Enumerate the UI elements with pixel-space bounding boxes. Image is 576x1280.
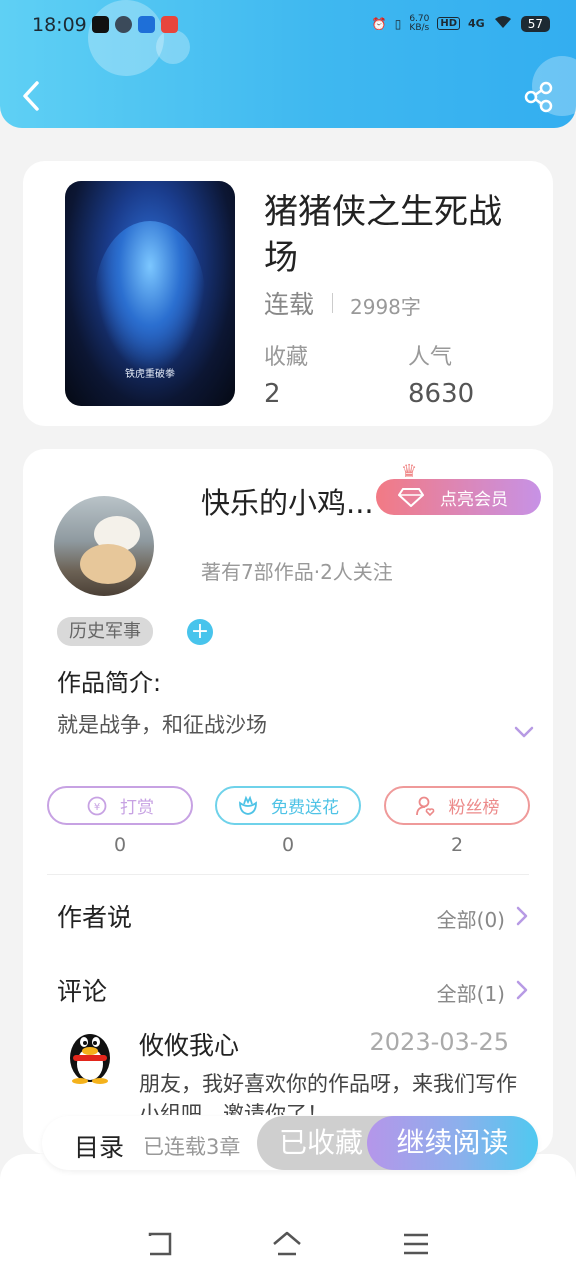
diamond-icon	[398, 488, 424, 507]
tip-label: 打赏	[120, 798, 154, 818]
intro-text: 就是战争，和征战沙场	[57, 713, 267, 737]
book-cover[interactable]: 铁虎重破拳	[65, 181, 235, 406]
chevron-left-icon	[23, 81, 39, 111]
author-meta: 著有7部作品·2人关注	[201, 560, 393, 584]
hd-badge: HD	[437, 17, 461, 30]
status-time: 18:09	[32, 14, 87, 36]
author-says-title: 作者说	[57, 903, 133, 932]
book-status: 连载	[264, 290, 315, 319]
continue-reading-button[interactable]: 继续阅读	[367, 1116, 538, 1170]
signal-icon: 4G	[468, 17, 485, 30]
bottom-action-bar: 目录 已连载3章 已收藏 继续阅读	[42, 1116, 538, 1170]
add-tag-button[interactable]: +	[187, 619, 213, 645]
status-bar: 18:09 ⏰ ▯ 6.70 KB/s HD 4G 57	[0, 0, 576, 52]
divider	[332, 293, 333, 313]
app-icon	[115, 16, 132, 33]
comment-text: 朋友，我好喜欢你的作品呀，来我们写作小组吧，邀请你了！	[139, 1072, 517, 1115]
user-heart-icon	[415, 796, 434, 816]
alarm-icon: ⏰	[371, 16, 387, 31]
comments-all-link[interactable]: 全部(1)	[437, 978, 505, 1007]
share-icon	[524, 81, 553, 113]
comment-date: 2023-03-25	[369, 1028, 509, 1056]
comments-title: 评论	[57, 977, 108, 1006]
author-avatar[interactable]	[54, 496, 154, 596]
avatar-chick	[80, 544, 136, 584]
fans-label: 粉丝榜	[448, 798, 500, 818]
toc-button[interactable]: 目录	[74, 1128, 124, 1164]
vibrate-icon: ▯	[394, 16, 402, 31]
system-nav-bar	[0, 1154, 576, 1280]
chevron-right-icon[interactable]	[515, 979, 529, 1001]
popularity-label: 人气	[408, 345, 453, 370]
coin-icon: ¥	[87, 796, 107, 815]
divider	[47, 874, 529, 875]
cover-figure	[95, 221, 205, 371]
net-speed-unit: KB/s	[409, 22, 430, 33]
system-icons: ⏰ ▯ 6.70 KB/s HD 4G 57	[372, 14, 550, 33]
chapter-count: 已连载3章	[143, 1135, 241, 1159]
notification-icons	[92, 16, 178, 33]
chevron-right-icon[interactable]	[515, 905, 529, 927]
vip-button[interactable]: 点亮会员	[376, 479, 541, 515]
tip-count: 0	[113, 834, 127, 856]
flower-label: 免费送花	[271, 798, 339, 818]
chevron-down-icon[interactable]	[513, 725, 535, 739]
home-nav-icon[interactable]	[272, 1230, 302, 1258]
favorites-value: 2	[264, 379, 281, 409]
book-info-card: 铁虎重破拳 猪猪侠之生死战场 连载 2998字 收藏 2 人气 8630	[23, 161, 553, 426]
fans-count: 2	[450, 834, 464, 856]
app-icon	[138, 16, 155, 33]
comment-user[interactable]: 攸攸我心	[139, 1026, 239, 1062]
menu-nav-icon[interactable]	[401, 1230, 431, 1258]
author-says-all-link[interactable]: 全部(0)	[437, 904, 505, 933]
battery-indicator: 57	[520, 15, 550, 32]
svg-text:¥: ¥	[94, 802, 100, 813]
flower-button[interactable]: 免费送花	[215, 786, 361, 825]
wifi-icon	[493, 14, 513, 33]
genre-tag[interactable]: 历史军事	[57, 617, 153, 646]
app-icon	[161, 16, 178, 33]
tip-button[interactable]: ¥ 打赏	[47, 786, 193, 825]
tiktok-icon	[92, 16, 109, 33]
author-name[interactable]: 快乐的小鸡...	[201, 480, 374, 522]
net-speed: 6.70 KB/s	[409, 14, 430, 33]
book-title: 猪猪侠之生死战场	[264, 192, 502, 278]
intro-title: 作品简介:	[57, 669, 162, 697]
flower-icon	[239, 795, 257, 815]
flower-count: 0	[281, 834, 295, 856]
vip-button-label: 点亮会员	[440, 489, 508, 510]
cover-caption: 铁虎重破拳	[125, 369, 175, 380]
back-nav-icon[interactable]	[145, 1230, 175, 1258]
fans-rank-button[interactable]: 粉丝榜	[384, 786, 530, 825]
author-card: 快乐的小鸡... ♛ 点亮会员 著有7部作品·2人关注 历史军事 + 作品简介:…	[23, 449, 553, 1154]
header: 18:09 ⏰ ▯ 6.70 KB/s HD 4G 57	[0, 0, 576, 128]
share-button[interactable]	[522, 80, 556, 114]
word-count: 2998字	[350, 295, 421, 319]
penguin-avatar-icon[interactable]	[63, 1024, 117, 1084]
back-button[interactable]	[18, 78, 46, 114]
popularity-value: 8630	[408, 379, 475, 409]
favorites-label: 收藏	[264, 345, 309, 370]
